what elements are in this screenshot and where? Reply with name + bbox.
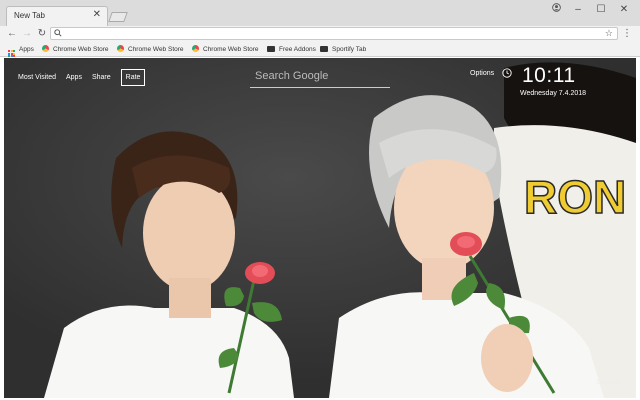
reload-icon[interactable]: ↻ [36, 27, 48, 41]
extension-icon [267, 46, 275, 52]
forward-icon[interactable]: → [21, 27, 33, 41]
search-input[interactable] [250, 66, 390, 86]
back-icon[interactable]: ← [6, 27, 18, 41]
tab-title: New Tab [14, 11, 45, 20]
bookmark-sportify-tab[interactable]: Sportify Tab [320, 44, 366, 55]
chrome-web-store-icon [192, 45, 199, 52]
maximize-icon[interactable]: ☐ [591, 3, 611, 17]
nav-share[interactable]: Share [92, 71, 111, 84]
search-box [250, 66, 390, 88]
clock-date: Wednesday 7.4.2018 [520, 90, 587, 97]
chrome-web-store-icon [117, 45, 124, 52]
tab-new-tab[interactable]: New Tab ✕ [6, 6, 108, 26]
address-bar[interactable]: ☆ [50, 27, 618, 40]
shirt-print-text: RON [524, 171, 626, 223]
close-window-icon[interactable]: ✕ [614, 3, 634, 17]
bookmark-chrome-web-store[interactable]: Chrome Web Store [42, 44, 109, 55]
browser-toolbar: ← → ↻ ☆ ⋮ [0, 26, 640, 42]
extension-icon [320, 46, 328, 52]
nav-apps[interactable]: Apps [66, 71, 82, 84]
bookmark-star-icon[interactable]: ☆ [605, 28, 613, 39]
bookmarks-bar: Apps Chrome Web Store Chrome Web Store C… [0, 42, 640, 57]
support-link[interactable]: Support [596, 379, 621, 386]
address-input[interactable] [65, 28, 585, 39]
profile-icon[interactable] [546, 3, 566, 17]
bookmark-chrome-web-store[interactable]: Chrome Web Store [117, 44, 184, 55]
bookmark-apps[interactable]: Apps [8, 44, 34, 57]
bookmark-free-addons[interactable]: Free Addons [267, 44, 316, 55]
chrome-web-store-icon [42, 45, 49, 52]
new-tab-page: RON Most Visited Apps Share Rate Search … [4, 58, 636, 398]
tab-close-icon[interactable]: ✕ [93, 10, 101, 20]
nav-most-visited[interactable]: Most Visited [18, 71, 56, 84]
nav-rate-button[interactable]: Rate [120, 68, 146, 86]
minimize-icon[interactable]: – [568, 3, 588, 17]
top-nav: Most Visited Apps Share Rate [18, 68, 146, 86]
menu-icon[interactable]: ⋮ [622, 27, 632, 41]
browser-titlebar: New Tab ✕ – ☐ ✕ [0, 0, 640, 26]
background-photo: RON [4, 58, 636, 398]
new-tab-button[interactable] [108, 12, 128, 22]
bookmark-chrome-web-store[interactable]: Chrome Web Store [192, 44, 259, 55]
apps-grid-icon [8, 50, 15, 57]
search-icon [54, 29, 62, 40]
options-button[interactable]: Options [470, 70, 494, 77]
clock-icon[interactable] [502, 68, 512, 78]
clock-time: 10:11 [522, 64, 576, 87]
